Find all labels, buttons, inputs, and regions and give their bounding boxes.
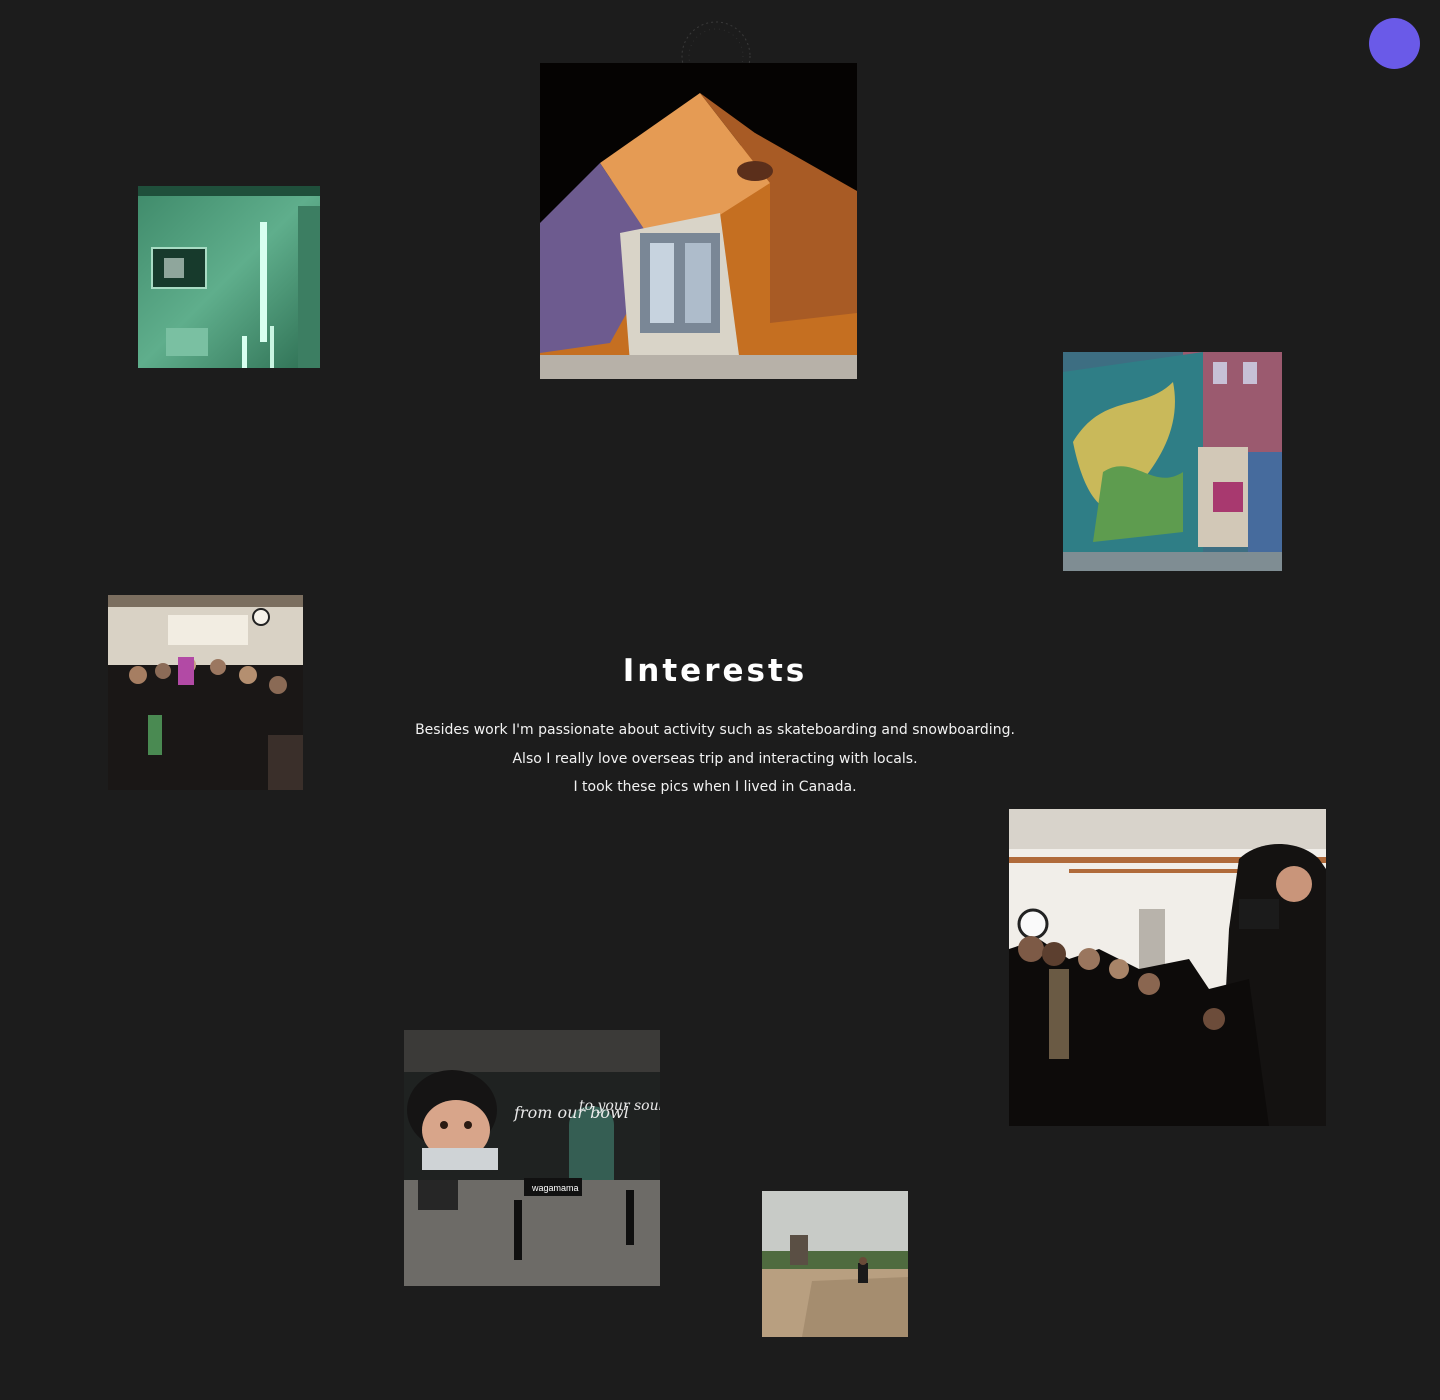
- photo-cameraman: [1009, 809, 1326, 1126]
- interests-section: Interests Besides work I'm passionate ab…: [370, 648, 1060, 802]
- mural-text-2: to your soul: [579, 1098, 660, 1114]
- photo-graffiti-alley: [1063, 352, 1282, 571]
- photo-wagamama-mural: from our bowl to your soul wagamama: [404, 1030, 660, 1286]
- photo-crowd-event: [108, 595, 303, 790]
- description-line-3: I took these pics when I lived in Canada…: [573, 779, 857, 795]
- circular-text-logo[interactable]: [672, 12, 760, 91]
- photo-skatepark: [762, 1191, 908, 1337]
- page: Interests Besides work I'm passionate ab…: [0, 0, 1440, 1400]
- description-line-1: Besides work I'm passionate about activi…: [415, 722, 1015, 738]
- photo-painted-house: [540, 63, 857, 379]
- section-title: Interests: [622, 653, 808, 689]
- wagamama-sign: wagamama: [531, 1183, 579, 1193]
- description-line-2: Also I really love overseas trip and int…: [512, 750, 918, 767]
- section-description: Besides work I'm passionate about activi…: [370, 716, 1060, 802]
- photo-green-room: [138, 186, 320, 368]
- menu-circle-button[interactable]: [1369, 18, 1420, 69]
